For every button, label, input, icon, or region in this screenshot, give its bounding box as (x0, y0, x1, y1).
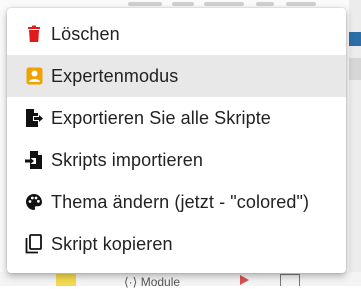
context-menu: Löschen Expertenmodus Exportieren Sie al… (7, 8, 346, 273)
menu-item-export-all-scripts[interactable]: Exportieren Sie alle Skripte (7, 97, 346, 139)
menu-item-copy-script[interactable]: Skript kopieren (7, 223, 346, 265)
module-label: ⟨·⟩ Module (124, 275, 181, 289)
background-script-row: ⟨·⟩ Module (0, 272, 361, 289)
menu-item-label: Thema ändern (jetzt - "colored") (51, 191, 310, 212)
menu-item-delete[interactable]: Löschen (7, 13, 346, 55)
menu-item-label: Expertenmodus (51, 65, 179, 86)
checkbox-icon (280, 274, 300, 286)
file-export-icon (24, 108, 44, 128)
menu-item-label: Exportieren Sie alle Skripte (51, 107, 271, 128)
file-import-icon (24, 150, 44, 170)
trash-icon (24, 24, 44, 44)
menu-item-import-scripts[interactable]: Skripts importieren (7, 139, 346, 181)
play-icon (240, 275, 249, 285)
script-color-tag (56, 274, 76, 286)
copy-icon (24, 234, 44, 254)
menu-item-label: Skript kopieren (51, 233, 173, 254)
palette-icon (24, 192, 44, 212)
menu-item-label: Skripts importieren (51, 149, 203, 170)
expert-badge-icon (24, 66, 44, 86)
menu-item-label: Löschen (51, 23, 120, 44)
background-scroll-strip (349, 0, 361, 286)
menu-item-change-theme[interactable]: Thema ändern (jetzt - "colored") (7, 181, 346, 223)
menu-item-expert-mode[interactable]: Expertenmodus (7, 55, 346, 97)
